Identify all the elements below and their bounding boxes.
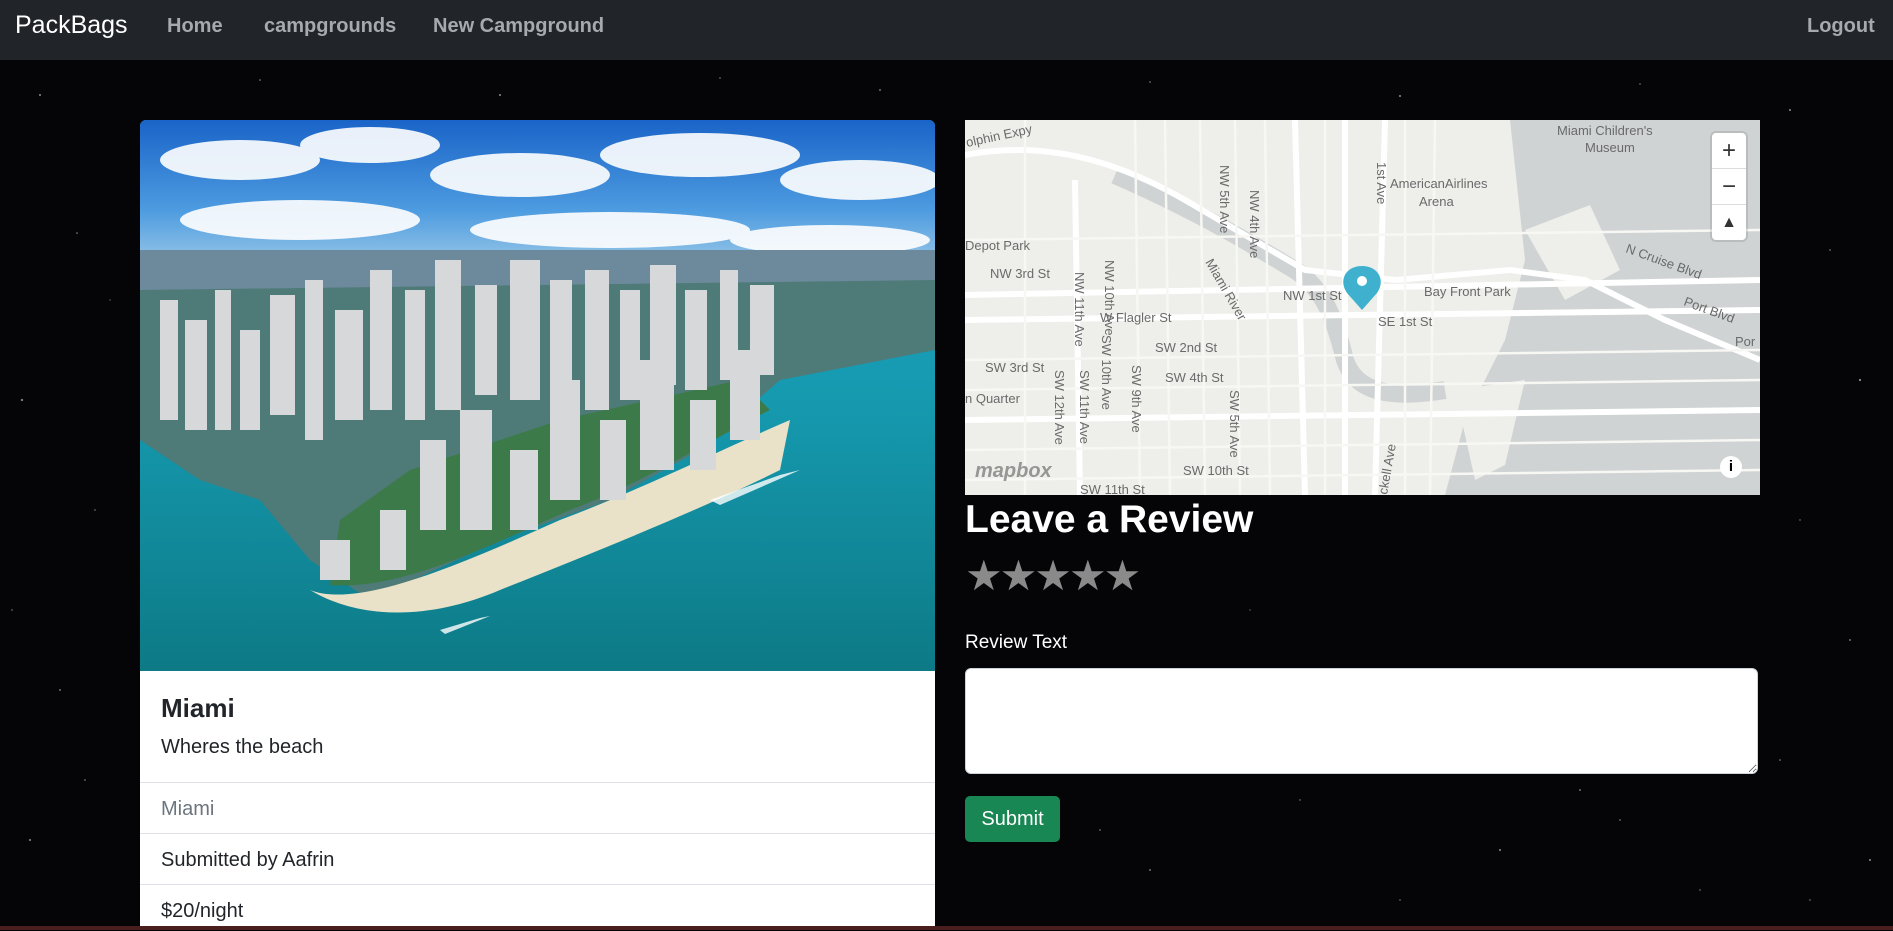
map-label: NW 5th Ave	[1217, 165, 1232, 233]
map-label: AmericanAirlines	[1390, 176, 1488, 191]
submit-button[interactable]: Submit	[965, 796, 1060, 842]
map-tiles: olphin Expy Miami Children's Museum 1st …	[965, 120, 1760, 495]
map-label: NW 4th Ave	[1247, 190, 1262, 258]
map-label: Bay Front Park	[1424, 284, 1511, 299]
review-text-input[interactable]	[965, 668, 1758, 774]
nav-campgrounds-link[interactable]: campgrounds	[264, 14, 396, 38]
map-label: SW 3rd St	[985, 360, 1045, 375]
map-label: n Quarter	[965, 391, 1021, 406]
map-label: Miami Children's	[1557, 123, 1653, 138]
map-label: W Flagler St	[1100, 310, 1172, 325]
map-label: SW 9th Ave	[1129, 365, 1144, 433]
map-label: SW 5th Ave	[1227, 390, 1242, 458]
navbar: PackBags Home campgrounds New Campground…	[0, 0, 1893, 60]
rating-stars[interactable]: ★★★★★	[965, 551, 1141, 600]
map-label: Museum	[1585, 140, 1635, 155]
map-label: Por	[1735, 334, 1756, 349]
campground-author: Submitted by Aafrin	[161, 849, 335, 871]
map-label: SW 2nd St	[1155, 340, 1218, 355]
campground-title: Miami	[161, 693, 235, 723]
map-controls: + − ▲	[1712, 133, 1746, 240]
campground-price-row: $20/night	[140, 884, 935, 931]
campground-image	[140, 120, 935, 671]
map-label: SW 10th Ave	[1099, 335, 1114, 410]
campground-photo	[140, 120, 935, 671]
page: PackBags Home campgrounds New Campground…	[0, 0, 1893, 930]
campground-map[interactable]: olphin Expy Miami Children's Museum 1st …	[965, 120, 1760, 495]
map-label: SW 11th St	[1080, 482, 1145, 495]
compass-button[interactable]: ▲	[1712, 205, 1746, 240]
campground-price: $20/night	[161, 900, 244, 922]
map-label: SW 10th St	[1183, 463, 1249, 478]
map-info-icon[interactable]: i	[1720, 456, 1742, 478]
campground-location: Miami	[161, 798, 215, 820]
page-bottom-strip	[0, 926, 1893, 930]
nav-new-campground-link[interactable]: New Campground	[433, 14, 604, 38]
map-label: SW 11th Ave	[1077, 370, 1092, 444]
nav-logout-link[interactable]: Logout	[1807, 14, 1875, 38]
map-label: NW 11th Ave	[1072, 272, 1087, 347]
map-label: SE 1st St	[1378, 314, 1433, 329]
map-label: NW 1st St	[1283, 288, 1342, 303]
zoom-in-button[interactable]: +	[1712, 133, 1746, 169]
campground-description: Wheres the beach	[161, 736, 324, 758]
map-label: Arena	[1419, 194, 1454, 209]
map-label: SW 12th Ave	[1052, 370, 1067, 445]
campground-card: Miami Wheres the beach Miami Submitted b…	[140, 671, 935, 930]
map-label: SW 4th St	[1165, 370, 1224, 385]
campground-location-row: Miami	[140, 782, 935, 834]
map-label: Depot Park	[965, 238, 1031, 253]
mapbox-logo[interactable]: mapbox	[975, 460, 1052, 483]
review-text-label: Review Text	[965, 632, 1068, 653]
map-label: NW 3rd St	[990, 266, 1050, 281]
map-label: 1st Ave	[1374, 162, 1389, 204]
campground-author-row: Submitted by Aafrin	[140, 833, 935, 885]
review-heading: Leave a Review	[965, 498, 1254, 541]
brand-logo[interactable]: PackBags	[15, 10, 128, 40]
zoom-out-button[interactable]: −	[1712, 169, 1746, 205]
nav-home-link[interactable]: Home	[167, 14, 223, 38]
